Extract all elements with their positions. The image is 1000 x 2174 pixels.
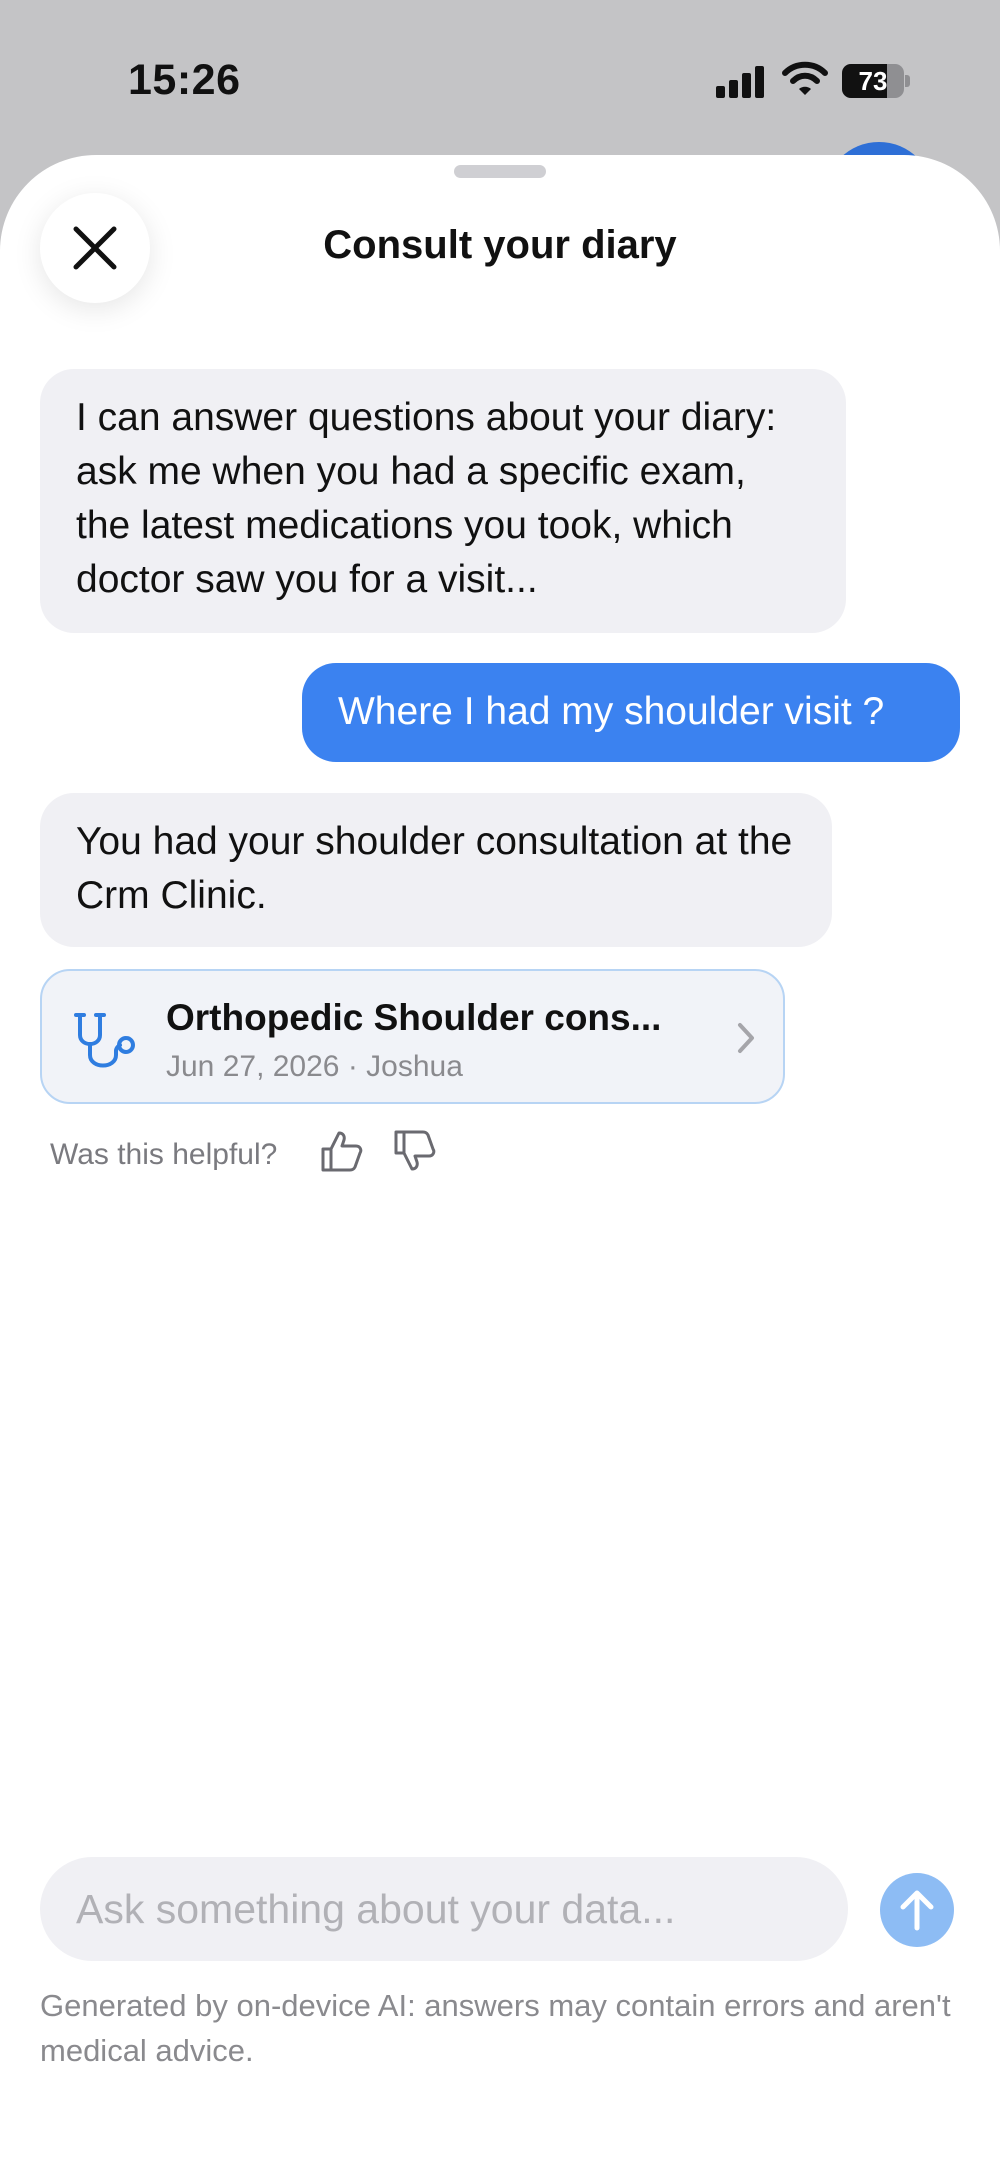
sheet-title: Consult your diary bbox=[323, 223, 677, 267]
assistant-message-intro: I can answer questions about your diary:… bbox=[40, 369, 846, 633]
status-bar: 15:26 73 bbox=[0, 0, 1000, 150]
source-record-card[interactable]: Orthopedic Shoulder cons... Jun 27, 2026… bbox=[40, 969, 785, 1104]
assistant-message-answer: You had your shoulder consultation at th… bbox=[40, 793, 832, 947]
diary-chat-sheet: Consult your diary I can answer question… bbox=[0, 155, 1000, 2174]
feedback-prompt: Was this helpful? bbox=[50, 1138, 278, 1171]
stethoscope-icon bbox=[74, 1013, 135, 1068]
send-button[interactable] bbox=[880, 1873, 954, 1947]
sheet-grabber[interactable] bbox=[454, 165, 546, 178]
ask-input-container bbox=[40, 1857, 848, 1961]
arrow-up-icon bbox=[900, 1890, 934, 1931]
thumbs-up-icon[interactable] bbox=[318, 1127, 366, 1175]
screen: 15:26 73 Consult your diary I can answer… bbox=[0, 0, 1000, 2174]
battery-level: 73 bbox=[858, 66, 888, 96]
user-message: Where I had my shoulder visit ? bbox=[302, 663, 960, 762]
ai-disclaimer: Generated by on-device AI: answers may c… bbox=[40, 1988, 951, 2068]
cellular-signal-icon bbox=[716, 64, 766, 98]
source-record-title: Orthopedic Shoulder cons... bbox=[166, 997, 662, 1038]
thumbs-down-icon[interactable] bbox=[391, 1127, 439, 1175]
ask-input[interactable] bbox=[40, 1857, 848, 1961]
battery-icon: 73 bbox=[842, 64, 910, 98]
source-record-meta: Jun 27, 2026 · Joshua bbox=[166, 1050, 463, 1083]
wifi-icon bbox=[782, 61, 828, 95]
chevron-right-icon bbox=[738, 1023, 754, 1053]
status-time: 15:26 bbox=[128, 56, 241, 104]
